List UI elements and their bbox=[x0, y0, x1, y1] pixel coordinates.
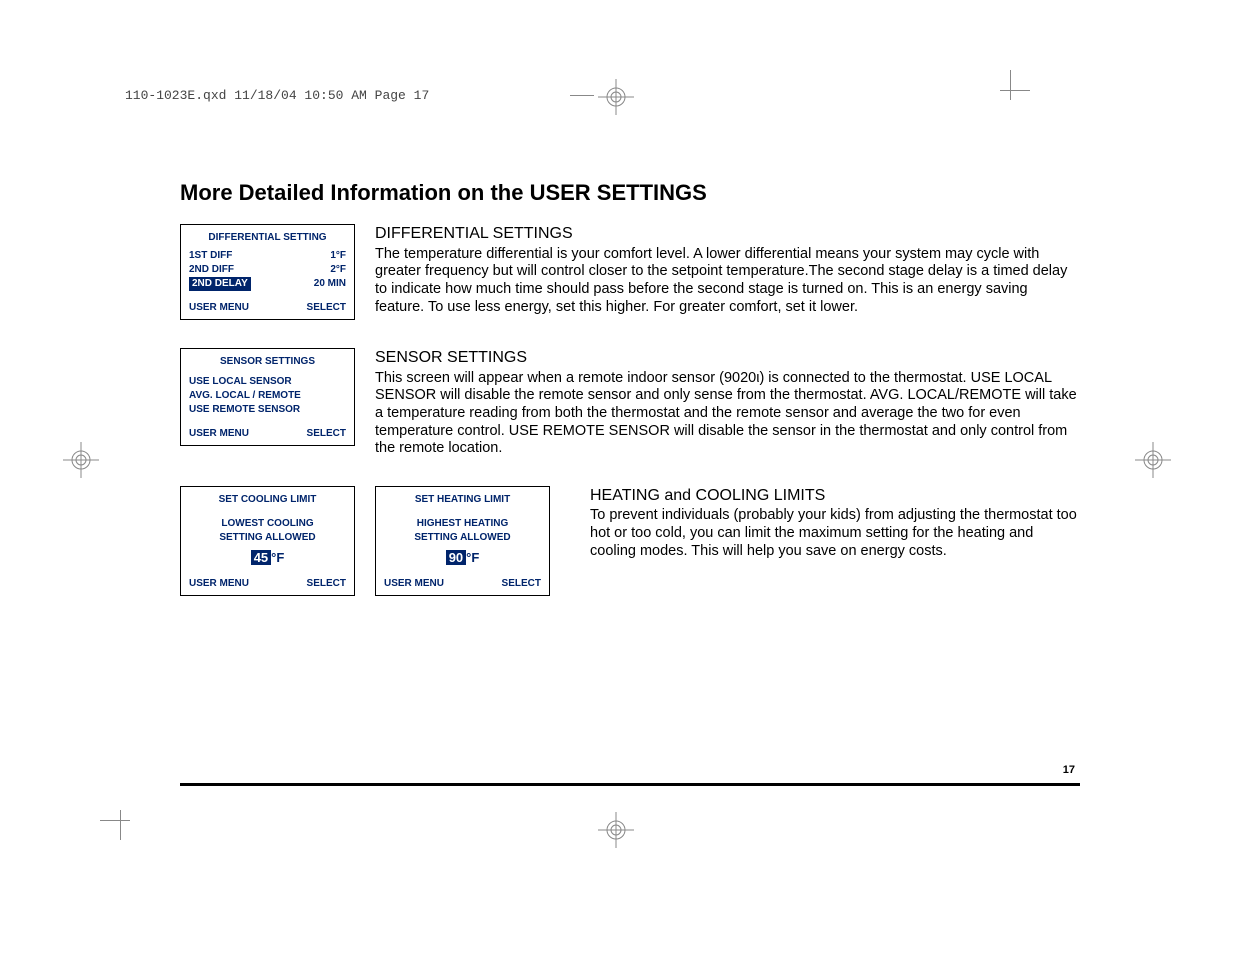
differential-panel: DIFFERENTIAL SETTING 1ST DIFF 1°F 2ND DI… bbox=[180, 224, 355, 320]
panel-row-value: 20 MIN bbox=[314, 277, 346, 291]
crop-line-icon bbox=[570, 95, 594, 96]
panel-row-label: 1ST DIFF bbox=[189, 249, 232, 263]
panel-title: SET COOLING LIMIT bbox=[189, 493, 346, 507]
panel-title: SET HEATING LIMIT bbox=[384, 493, 541, 507]
section-body: The temperature differential is your com… bbox=[375, 246, 1080, 317]
panel-footer-left: USER MENU bbox=[189, 427, 249, 441]
panel-line: SETTING ALLOWED bbox=[189, 531, 346, 545]
panel-row: 1ST DIFF 1°F bbox=[189, 249, 346, 263]
panel-line: SETTING ALLOWED bbox=[384, 531, 541, 545]
section-heading: HEATING and COOLING LIMITS bbox=[590, 486, 1080, 506]
panel-row-label: 2ND DIFF bbox=[189, 263, 234, 277]
panel-footer: USER MENU SELECT bbox=[189, 301, 346, 315]
sensor-panel: SENSOR SETTINGS USE LOCAL SENSOR AVG. LO… bbox=[180, 348, 355, 446]
panel-row: 2ND DELAY 20 MIN bbox=[189, 277, 346, 291]
panel-title: SENSOR SETTINGS bbox=[189, 355, 346, 369]
section-heading: SENSOR SETTINGS bbox=[375, 348, 1080, 368]
panel-row-label-highlighted: 2ND DELAY bbox=[189, 277, 251, 291]
panel-footer-right: SELECT bbox=[502, 577, 541, 591]
print-file-header: 110-1023E.qxd 11/18/04 10:50 AM Page 17 bbox=[125, 88, 429, 103]
panel-option: USE REMOTE SENSOR bbox=[189, 403, 346, 417]
panel-footer-left: USER MENU bbox=[189, 577, 249, 591]
panel-footer-right: SELECT bbox=[307, 301, 346, 315]
cooling-limit-panel: SET COOLING LIMIT LOWEST COOLING SETTING… bbox=[180, 486, 355, 596]
page-title: More Detailed Information on the USER SE… bbox=[180, 180, 1080, 206]
section-body: This screen will appear when a remote in… bbox=[375, 370, 1080, 458]
registration-mark-icon bbox=[61, 440, 101, 480]
section-heading: DIFFERENTIAL SETTINGS bbox=[375, 224, 1080, 244]
page-number: 17 bbox=[1063, 764, 1075, 776]
registration-mark-icon bbox=[596, 77, 636, 117]
panel-footer: USER MENU SELECT bbox=[189, 577, 346, 591]
section-description: HEATING and COOLING LIMITS To prevent in… bbox=[590, 486, 1080, 561]
heating-limit-panel: SET HEATING LIMIT HIGHEST HEATING SETTIN… bbox=[375, 486, 550, 596]
panel-option: AVG. LOCAL / REMOTE bbox=[189, 389, 346, 403]
section-differential: DIFFERENTIAL SETTING 1ST DIFF 1°F 2ND DI… bbox=[180, 224, 1080, 320]
panel-title: DIFFERENTIAL SETTING bbox=[189, 231, 346, 245]
panel-footer-left: USER MENU bbox=[384, 577, 444, 591]
section-limits: SET COOLING LIMIT LOWEST COOLING SETTING… bbox=[180, 486, 1080, 596]
crop-mark-icon bbox=[1000, 80, 1040, 120]
registration-mark-icon bbox=[596, 810, 636, 850]
section-description: DIFFERENTIAL SETTINGS The temperature di… bbox=[375, 224, 1080, 316]
section-sensor: SENSOR SETTINGS USE LOCAL SENSOR AVG. LO… bbox=[180, 348, 1080, 458]
registration-mark-icon bbox=[1133, 440, 1173, 480]
panel-row-value: 1°F bbox=[330, 249, 346, 263]
panel-value-unit: °F bbox=[466, 550, 479, 565]
panel-option: USE LOCAL SENSOR bbox=[189, 375, 346, 389]
panel-footer-right: SELECT bbox=[307, 427, 346, 441]
page-divider bbox=[180, 783, 1080, 786]
crop-mark-icon bbox=[90, 800, 130, 840]
panel-value: 90°F bbox=[384, 549, 541, 567]
section-body: To prevent individuals (probably your ki… bbox=[590, 507, 1080, 560]
panel-row-value: 2°F bbox=[330, 263, 346, 277]
panel-value-unit: °F bbox=[271, 550, 284, 565]
panel-footer-left: USER MENU bbox=[189, 301, 249, 315]
panel-footer: USER MENU SELECT bbox=[189, 427, 346, 441]
panel-options: USE LOCAL SENSOR AVG. LOCAL / REMOTE USE… bbox=[189, 375, 346, 417]
panel-value-number: 90 bbox=[446, 550, 466, 565]
panel-line: HIGHEST HEATING bbox=[384, 517, 541, 531]
panel-value: 45°F bbox=[189, 549, 346, 567]
panel-line: LOWEST COOLING bbox=[189, 517, 346, 531]
page-content: More Detailed Information on the USER SE… bbox=[180, 180, 1080, 624]
panel-row: 2ND DIFF 2°F bbox=[189, 263, 346, 277]
panel-value-number: 45 bbox=[251, 550, 271, 565]
section-description: SENSOR SETTINGS This screen will appear … bbox=[375, 348, 1080, 458]
panel-footer: USER MENU SELECT bbox=[384, 577, 541, 591]
panel-footer-right: SELECT bbox=[307, 577, 346, 591]
